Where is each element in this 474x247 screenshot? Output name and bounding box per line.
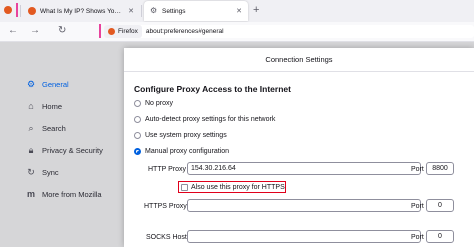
radio-label: Auto-detect proxy settings for this netw… — [145, 116, 276, 123]
container-indicator — [99, 24, 101, 38]
section-heading: Configure Proxy Access to the Internet — [134, 84, 291, 94]
sidebar-item-label: Sync — [42, 168, 59, 177]
tab-settings[interactable]: ⚙ Settings ✕ — [144, 1, 248, 21]
port-label: Port — [411, 166, 424, 173]
socks-port-input[interactable]: 0 — [426, 230, 454, 243]
https-proxy-label: HTTPS Proxy — [144, 203, 187, 210]
close-tab-icon[interactable]: ✕ — [128, 7, 134, 15]
home-icon: ⌂ — [28, 101, 34, 111]
https-port-input[interactable]: 0 — [426, 199, 454, 212]
https-proxy-input[interactable] — [187, 199, 421, 212]
http-proxy-label: HTTP Proxy — [148, 166, 186, 173]
tab-divider — [141, 5, 142, 17]
radio-button[interactable] — [134, 132, 141, 139]
radio-no-proxy[interactable]: No proxy — [134, 100, 173, 107]
http-proxy-input[interactable]: 154.30.216.64 — [187, 162, 421, 175]
sync-icon: ↻ — [27, 167, 35, 177]
mozilla-icon: m — [26, 189, 35, 199]
tab-divider — [20, 5, 21, 17]
sidebar-item-privacy[interactable]: 🔒︎ Privacy & Security — [26, 145, 103, 156]
port-label: Port — [411, 234, 424, 241]
tab-container-indicator — [16, 3, 18, 17]
lock-icon: 🔒︎ — [28, 145, 34, 155]
checkbox-label: Also use this proxy for HTTPS — [191, 183, 285, 191]
sidebar-item-label: General — [42, 80, 69, 89]
sidebar-item-label: Home — [42, 101, 63, 111]
tab-strip: What Is My IP? Shows Your Public IP ✕ ⚙ … — [0, 0, 474, 22]
forward-arrow-icon[interactable]: → — [30, 25, 40, 37]
checkbox[interactable] — [181, 183, 188, 191]
back-arrow-icon[interactable]: ← — [8, 25, 18, 37]
http-port-input[interactable]: 8800 — [426, 162, 454, 175]
sidebar-item-label: More from Mozilla — [42, 189, 102, 199]
tab-label: Settings — [162, 7, 186, 15]
radio-button[interactable] — [134, 116, 141, 123]
port-label: Port — [411, 203, 424, 210]
radio-manual-proxy[interactable]: Manual proxy configuration — [134, 148, 229, 155]
radio-label: Manual proxy configuration — [145, 148, 230, 155]
radio-system-proxy[interactable]: Use system proxy settings — [134, 132, 227, 139]
socks-host-label: SOCKS Host — [146, 234, 187, 241]
firefox-logo-icon — [108, 28, 115, 35]
reload-icon[interactable]: ↻ — [58, 25, 66, 37]
radio-button[interactable] — [134, 100, 141, 107]
sidebar-item-sync[interactable]: ↻ Sync — [26, 167, 59, 178]
sidebar-item-search[interactable]: ⌕ Search — [26, 123, 66, 134]
gear-icon: ⚙ — [150, 6, 158, 15]
url-text: about:preferences#general — [145, 28, 224, 35]
radio-label: Use system proxy settings — [145, 132, 227, 139]
close-tab-icon[interactable]: ✕ — [236, 7, 242, 15]
tab-whatismyip[interactable]: What Is My IP? Shows Your Public IP ✕ — [22, 1, 140, 21]
tab-label: What Is My IP? Shows Your Public IP — [40, 7, 124, 15]
sidebar-item-home[interactable]: ⌂ Home — [26, 101, 62, 111]
connection-settings-dialog: Connection Settings Configure Proxy Acce… — [124, 48, 474, 247]
search-icon: ⌕ — [28, 123, 34, 133]
also-https-checkbox-row[interactable]: Also use this proxy for HTTPS — [178, 181, 286, 193]
new-tab-button[interactable]: + — [253, 4, 259, 16]
sidebar-item-label: Search — [42, 124, 66, 133]
sidebar-item-label: Privacy & Security — [42, 146, 103, 155]
sidebar-item-mozilla[interactable]: m More from Mozilla — [26, 189, 102, 199]
radio-label: No proxy — [145, 100, 174, 107]
identity-label: Firefox — [118, 28, 138, 35]
socks-host-input[interactable] — [187, 230, 421, 243]
gear-icon: ⚙ — [26, 79, 36, 89]
sidebar-item-general[interactable]: ⚙ General — [26, 79, 69, 90]
dialog-title: Connection Settings — [124, 48, 474, 72]
firefox-favicon-icon — [28, 7, 36, 15]
radio-auto-detect[interactable]: Auto-detect proxy settings for this netw… — [134, 116, 275, 123]
radio-button-selected[interactable] — [134, 148, 141, 155]
navigation-bar: ← → ↻ Firefox about:preferences#general — [0, 22, 474, 42]
identity-box[interactable]: Firefox — [104, 25, 142, 38]
firefox-logo-icon — [4, 6, 12, 14]
url-bar[interactable]: Firefox about:preferences#general — [104, 25, 474, 38]
